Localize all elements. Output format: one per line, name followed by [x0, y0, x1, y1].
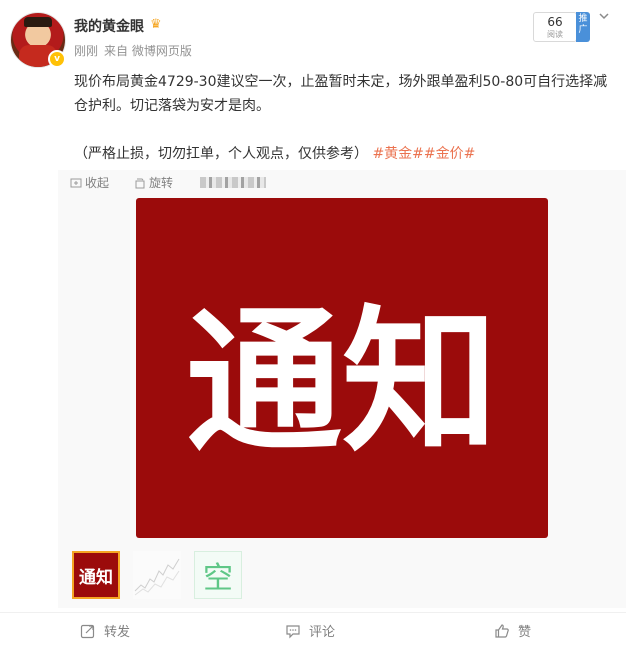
avatar-face — [29, 27, 47, 45]
rotate-button[interactable]: 旋转 — [134, 175, 173, 191]
main-image[interactable]: 通知 — [136, 198, 548, 538]
repost-icon — [80, 624, 95, 639]
collapse-button[interactable]: 收起 — [70, 175, 109, 191]
read-count-label: 阅读 — [547, 30, 563, 39]
thumbnail-notice[interactable]: 通知 — [72, 551, 120, 599]
rotate-icon — [135, 178, 145, 189]
post-text-note: （严格止损，切勿扛单，个人观点，仅供参考） #黄金##金价# — [74, 142, 614, 166]
like-icon — [495, 624, 509, 638]
promote-button[interactable]: 推广 — [576, 12, 590, 42]
collapse-icon — [70, 178, 82, 188]
post-header: v 我的黄金眼 ♛ 刚刚 来自 微博网页版 66 阅读 推广 — [0, 0, 626, 70]
collapse-label: 收起 — [85, 176, 110, 190]
thumbnail-chart[interactable] — [133, 551, 181, 599]
rotate-label: 旋转 — [149, 176, 174, 190]
action-bar: 转发 评论 赞 — [0, 613, 626, 650]
like-label: 赞 — [518, 625, 532, 640]
post-text: 现价布局黄金4729-30建议空一次，止盈暂时未定，场外跟单盈利50-80可自行… — [74, 74, 608, 114]
repost-button[interactable]: 转发 — [80, 623, 130, 641]
post-meta: 刚刚 来自 微博网页版 — [74, 42, 198, 59]
username[interactable]: 我的黄金眼 — [74, 16, 144, 36]
comment-label: 评论 — [309, 625, 336, 640]
hashtag-gold-price[interactable]: #金价# — [424, 146, 475, 162]
read-count: 66 — [547, 15, 563, 29]
read-count-box: 66 阅读 — [533, 12, 577, 42]
like-button[interactable]: 赞 — [494, 623, 531, 641]
verified-icon: v — [48, 50, 66, 68]
thumbnail-short[interactable]: 空 — [194, 551, 242, 599]
comment-button[interactable]: 评论 — [285, 623, 335, 641]
post-note-text: （严格止损，切勿扛单，个人观点，仅供参考） — [74, 146, 368, 162]
post-time[interactable]: 刚刚 — [74, 44, 98, 58]
crown-icon: ♛ — [150, 17, 162, 32]
chevron-down-icon[interactable] — [598, 10, 610, 22]
chart-thumbnail-icon — [134, 558, 180, 596]
repost-label: 转发 — [104, 625, 131, 640]
post-content: 现价布局黄金4729-30建议空一次，止盈暂时未定，场外跟单盈利50-80可自行… — [74, 70, 614, 166]
blurred-toolbar-item — [200, 177, 266, 188]
post-source[interactable]: 来自 微博网页版 — [104, 44, 192, 58]
hashtag-gold[interactable]: #黄金# — [372, 146, 423, 162]
main-image-text: 通知 — [186, 291, 498, 473]
avatar-hat — [24, 17, 52, 27]
comment-icon — [286, 625, 300, 639]
